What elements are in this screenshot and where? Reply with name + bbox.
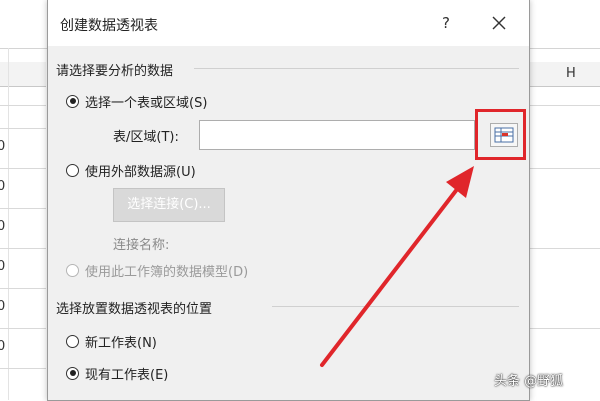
radio-button-disabled[interactable]: [66, 263, 79, 277]
radio-existing-sheet[interactable]: 现有工作表(E): [66, 363, 168, 383]
column-gridline: [8, 48, 9, 400]
help-button[interactable]: ?: [431, 8, 461, 38]
row-gridline: [0, 208, 46, 209]
row-gridline: [0, 248, 46, 249]
section-label-data: 请选择要分析的数据: [56, 64, 174, 79]
column-header-strip-right: [528, 62, 600, 87]
table-range-label: 表/区域(T):: [113, 130, 179, 145]
dialog-titlebar[interactable]: 创建数据透视表 ?: [48, 0, 529, 46]
radio-label-existing-sheet: 现有工作表(E): [85, 367, 169, 383]
close-icon: [492, 16, 506, 30]
section-divider: [194, 68, 519, 69]
radio-button[interactable]: [66, 163, 79, 177]
row-gridline: [0, 168, 46, 169]
row-gridline: [0, 288, 46, 289]
radio-button[interactable]: [66, 334, 79, 348]
cell-value[interactable]: 0: [0, 259, 5, 274]
cell-value[interactable]: 0: [0, 139, 5, 154]
connection-name-label: 连接名称:: [113, 238, 170, 253]
radio-label-external-source: 使用外部数据源(U): [85, 164, 196, 180]
column-header-h[interactable]: H: [566, 66, 576, 81]
row-gridline: [528, 105, 600, 106]
section-divider: [272, 306, 519, 307]
radio-label-new-sheet: 新工作表(N): [85, 335, 157, 351]
row-gridline: [528, 248, 600, 249]
radio-table-range[interactable]: 选择一个表或区域(S): [66, 91, 207, 111]
radio-button-selected[interactable]: [66, 94, 79, 108]
cell-value[interactable]: 0: [0, 219, 5, 234]
cell-value[interactable]: 0: [0, 299, 5, 314]
annotation-highlight-box: [475, 109, 526, 160]
radio-external-source[interactable]: 使用外部数据源(U): [66, 160, 196, 180]
table-range-input[interactable]: [199, 120, 475, 150]
row-gridline: [0, 105, 46, 106]
radio-label-table-range: 选择一个表或区域(S): [85, 95, 208, 111]
cell-value[interactable]: 0: [0, 179, 5, 194]
radio-new-sheet[interactable]: 新工作表(N): [66, 331, 157, 351]
watermark: 头条 @野狐: [494, 374, 564, 389]
close-button[interactable]: [484, 8, 514, 38]
row-gridline: [528, 168, 600, 169]
create-pivot-table-dialog: 创建数据透视表 ? 请选择要分析的数据 选择一个表或区域(S) 表/区域(T):…: [47, 0, 530, 401]
dialog-title: 创建数据透视表: [60, 18, 158, 34]
section-label-location: 选择放置数据透视表的位置: [56, 302, 213, 317]
row-gridline: [0, 128, 46, 129]
radio-button-selected[interactable]: [66, 366, 79, 380]
radio-label-data-model: 使用此工作簿的数据模型(D): [85, 264, 249, 280]
cell-value[interactable]: 0: [0, 339, 5, 354]
row-gridline: [528, 328, 600, 329]
radio-data-model[interactable]: 使用此工作簿的数据模型(D): [66, 260, 248, 280]
row-gridline: [0, 368, 46, 369]
column-header-strip-left: [0, 62, 46, 87]
row-gridline: [0, 328, 46, 329]
choose-connection-button[interactable]: 选择连接(C)...: [113, 188, 225, 222]
